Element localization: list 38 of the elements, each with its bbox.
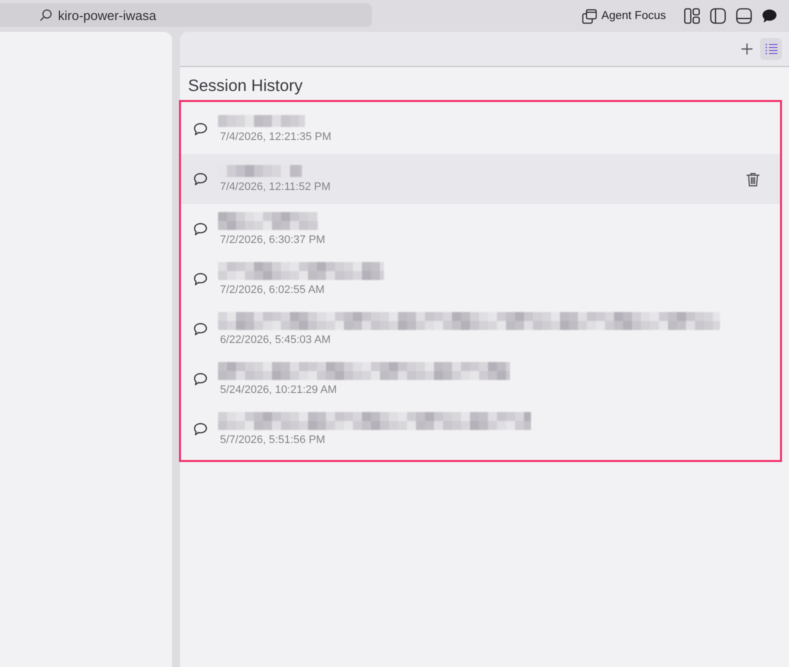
chat-bubble-icon (193, 422, 208, 436)
trash-icon[interactable] (746, 172, 760, 186)
session-timestamp: 7/2/2026, 6:02:55 AM (219, 284, 326, 296)
chat-bubble-icon (193, 272, 208, 286)
chat-icon (762, 9, 777, 23)
session-item[interactable]: 7/2/2026, 6:30:37 PM (181, 204, 780, 254)
session-item[interactable]: 7/4/2026, 12:11:52 PM (181, 154, 780, 204)
session-timestamp: 5/24/2026, 10:21:29 AM (219, 384, 338, 396)
session-item[interactable]: 7/4/2026, 12:21:35 PM (181, 104, 780, 154)
session-item[interactable]: 7/2/2026, 6:02:55 AM (181, 254, 780, 304)
layout-button[interactable] (684, 8, 700, 24)
session-item[interactable]: 5/7/2026, 5:51:56 PM (181, 404, 780, 454)
session-timestamp: 7/4/2026, 12:11:52 PM (219, 181, 332, 193)
session-timestamp: 6/22/2026, 5:45:03 AM (219, 334, 332, 346)
session-item[interactable]: 5/24/2026, 10:21:29 AM (181, 354, 780, 404)
chat-bubble-icon (193, 372, 208, 386)
plus-icon (741, 43, 753, 55)
agent-focus-button[interactable]: Agent Focus (582, 8, 666, 24)
toggle-sidebar-button[interactable] (710, 8, 726, 24)
chat-button[interactable] (762, 9, 777, 23)
list-icon (764, 43, 778, 55)
history-button[interactable] (760, 38, 782, 60)
session-timestamp: 5/7/2026, 5:51:56 PM (219, 434, 326, 446)
command-center[interactable]: kiro-power-iwasa (0, 3, 372, 27)
chat-bubble-icon (193, 322, 208, 336)
session-timestamp: 7/2/2026, 6:30:37 PM (219, 234, 326, 246)
chat-bubble-icon (193, 172, 208, 186)
stacked-windows-icon (582, 8, 598, 24)
layout-grid-icon (684, 8, 700, 24)
bottom-panel-icon (736, 8, 752, 24)
chat-bubble-icon (193, 222, 208, 236)
session-item[interactable]: 6/22/2026, 5:45:03 AM (181, 304, 780, 354)
chat-bubble-icon (193, 122, 208, 136)
panel-title: Session History (187, 76, 304, 97)
search-icon (40, 9, 52, 21)
session-timestamp: 7/4/2026, 12:21:35 PM (219, 131, 332, 143)
sidebar-icon (710, 8, 726, 24)
toggle-panel-button[interactable] (736, 8, 752, 24)
